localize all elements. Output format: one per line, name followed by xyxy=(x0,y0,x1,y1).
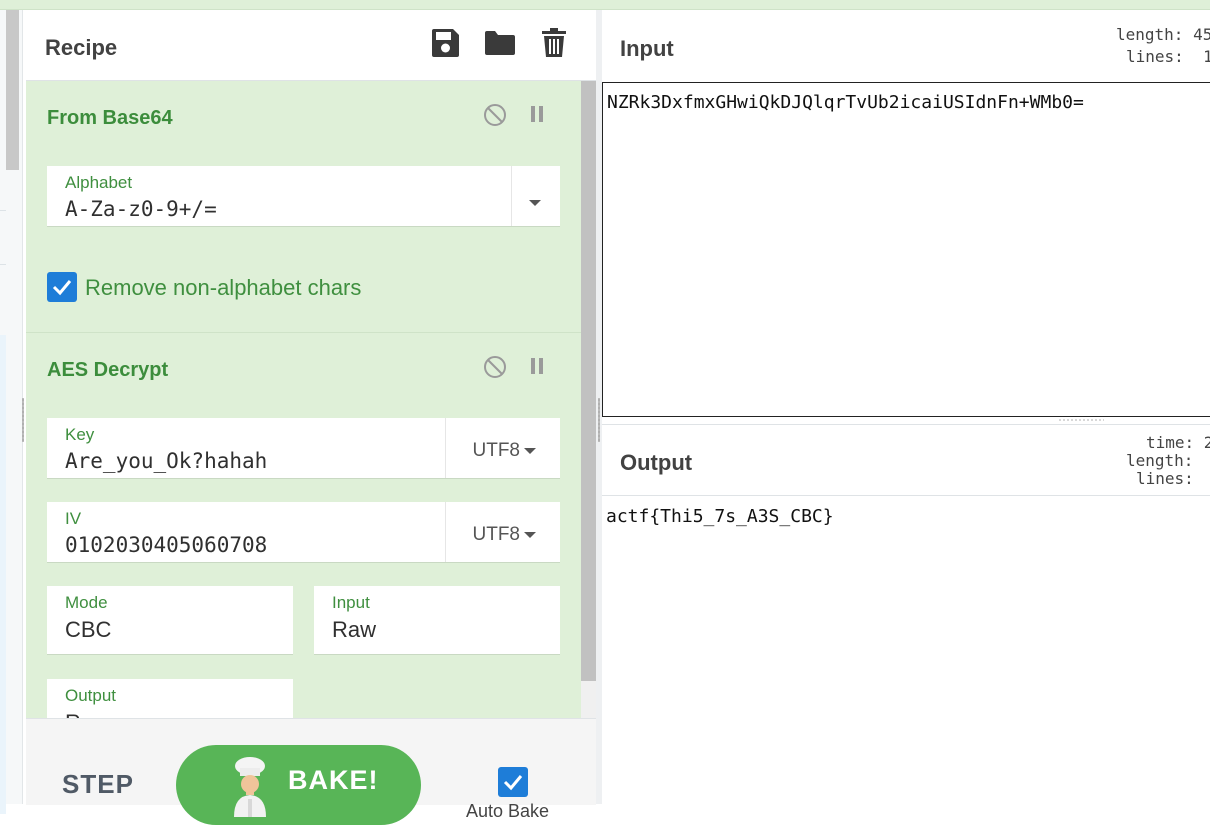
input-lines: lines: 1 xyxy=(1126,47,1210,66)
output-format-field[interactable]: Output Raw xyxy=(47,679,293,718)
resize-handle-io[interactable] xyxy=(1058,419,1104,421)
operation-title-aes-decrypt: AES Decrypt xyxy=(47,359,169,381)
operations-scrollbar[interactable] xyxy=(6,10,19,170)
chef-icon xyxy=(228,755,272,817)
iv-label: IV xyxy=(65,509,82,528)
alphabet-field[interactable]: Alphabet A-Za-z0-9+/= xyxy=(47,166,560,227)
recipe-header: Recipe xyxy=(26,10,596,81)
chevron-down-icon[interactable] xyxy=(529,194,541,212)
bake-button[interactable]: BAKE! xyxy=(176,745,421,825)
caret-down-icon xyxy=(524,531,536,538)
mode-field[interactable]: Mode CBC xyxy=(47,586,293,655)
output-format-value[interactable]: Raw xyxy=(65,710,109,718)
recipe-scrollbar-thumb[interactable] xyxy=(581,81,596,681)
resize-handle-middle[interactable] xyxy=(598,398,600,442)
key-field[interactable]: Key Are_you_Ok?hahah UTF8 xyxy=(47,418,560,479)
key-encoding-label: UTF8 xyxy=(472,440,521,461)
bake-label: BAKE! xyxy=(288,765,379,795)
input-title: Input xyxy=(620,36,674,61)
output-length: length: xyxy=(1126,451,1194,470)
check-icon xyxy=(503,775,523,791)
resize-handle-left[interactable] xyxy=(22,398,24,442)
key-encoding-dropdown[interactable]: UTF8 xyxy=(472,440,536,462)
output-header: Output time: 2 length: lines: xyxy=(602,424,1210,495)
remove-non-alphabet-label: Remove non-alphabet chars xyxy=(85,275,362,300)
input-textarea[interactable]: NZRk3DxfmxGHwiQkDJQlqrTvUb2icaiUSIdnFn+W… xyxy=(602,82,1210,417)
input-format-value[interactable]: Raw xyxy=(332,617,376,643)
output-textarea[interactable]: actf{Thi5_7s_A3S_CBC} xyxy=(602,495,1210,805)
pause-icon[interactable] xyxy=(526,355,550,379)
output-title: Output xyxy=(620,450,693,475)
output-text[interactable]: actf{Thi5_7s_A3S_CBC} xyxy=(606,506,834,527)
folder-icon[interactable] xyxy=(484,28,516,58)
controls-bar: STEP BAKE! Auto Bake xyxy=(26,718,596,825)
key-value[interactable]: Are_you_Ok?hahah xyxy=(65,449,267,473)
auto-bake-label: Auto Bake xyxy=(466,801,550,821)
input-format-field[interactable]: Input Raw xyxy=(314,586,560,655)
auto-bake-checkbox[interactable] xyxy=(498,767,528,797)
pause-icon[interactable] xyxy=(526,103,550,127)
recipe-panel: Recipe From Base64 Alphabet A-Za-z0-9+/=… xyxy=(26,10,596,825)
output-format-label: Output xyxy=(65,686,117,705)
disable-icon[interactable] xyxy=(483,103,507,127)
input-text[interactable]: NZRk3DxfmxGHwiQkDJQlqrTvUb2icaiUSIdnFn+W… xyxy=(607,92,1084,113)
check-icon xyxy=(52,280,72,296)
caret-down-icon xyxy=(524,447,536,454)
input-length: length: 45 xyxy=(1116,25,1210,44)
output-time: time: 2 xyxy=(1146,433,1210,452)
iv-field[interactable]: IV 0102030405060708 UTF8 xyxy=(47,502,560,563)
remove-non-alphabet-checkbox[interactable] xyxy=(47,272,77,302)
alphabet-label: Alphabet xyxy=(65,173,133,192)
key-label: Key xyxy=(65,425,95,444)
disable-icon[interactable] xyxy=(483,355,507,379)
input-format-label: Input xyxy=(332,593,370,612)
input-header: Input length: 45 lines: 1 xyxy=(602,10,1210,82)
iv-value[interactable]: 0102030405060708 xyxy=(65,533,267,557)
operation-title-from-base64: From Base64 xyxy=(47,107,173,129)
save-icon[interactable] xyxy=(430,28,460,58)
mode-value[interactable]: CBC xyxy=(65,617,111,643)
output-lines: lines: xyxy=(1136,469,1194,488)
iv-encoding-dropdown[interactable]: UTF8 xyxy=(472,524,536,546)
trash-icon[interactable] xyxy=(541,28,567,58)
top-strip xyxy=(0,0,1210,10)
step-button[interactable]: STEP xyxy=(62,769,134,800)
operations-column-edge xyxy=(0,10,23,814)
alphabet-value[interactable]: A-Za-z0-9+/= xyxy=(65,197,217,221)
recipe-title: Recipe xyxy=(45,35,118,60)
iv-encoding-label: UTF8 xyxy=(472,524,521,545)
recipe-list: From Base64 Alphabet A-Za-z0-9+/= Remove… xyxy=(26,81,581,718)
mode-label: Mode xyxy=(65,593,108,612)
